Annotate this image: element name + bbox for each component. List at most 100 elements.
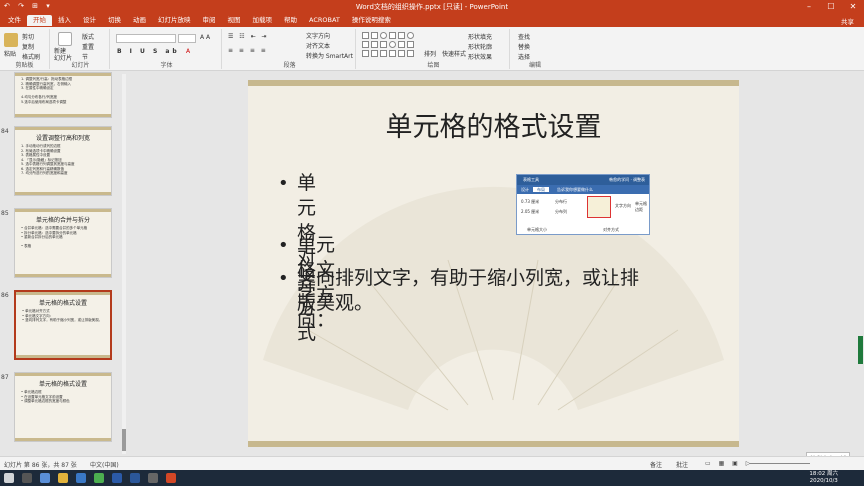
shapes-gallery[interactable]: [362, 32, 420, 60]
slide-thumbnail[interactable]: 单元格的格式设置 • 单元格对齐方式 • 单元格文字方向： • 竖向排列文字，有助于缩…: [14, 290, 112, 360]
slide-canvas[interactable]: 单元格的格式设置 • 单元格对齐方式 • 单元格文字方向： • 竖向排列文字，有助于缩…: [248, 80, 739, 447]
powerpoint-icon[interactable]: [166, 473, 176, 483]
shape-fill-button[interactable]: 形状填充: [468, 32, 492, 41]
wechat-icon[interactable]: [94, 473, 104, 483]
view-buttons[interactable]: ▭ ▦ ▣ ▷: [705, 460, 753, 467]
tab-review[interactable]: 审阅: [197, 15, 222, 26]
editing-group-label: 编辑: [528, 62, 541, 69]
paste-icon[interactable]: [4, 33, 18, 47]
cut-button[interactable]: 剪切: [22, 32, 34, 41]
thumbnail-line: • 调整单元格边框的宽度与颜色: [21, 399, 70, 403]
thumbnail-line: • 重新合并拆分后的单元格: [21, 235, 63, 239]
ribbon-screenshot-image[interactable]: 表格工具 韩愈的学问 · 调整表 设计 布局 告诉我你想要做什么 0.73 厘米 2.…: [516, 174, 650, 235]
thumbnail-scrollbar[interactable]: [122, 74, 126, 454]
inset-distribute-rows: 分布行: [555, 199, 567, 204]
thumb-band: [16, 292, 110, 295]
comments-button[interactable]: 批注: [676, 460, 688, 469]
title-bar: ↶ ↷ ⊞ ▾ Word文档的组织操作.pptx [只读] - PowerPoi…: [0, 0, 864, 14]
app-icon[interactable]: [76, 473, 86, 483]
shape-outline-button[interactable]: 形状轮廓: [468, 42, 492, 51]
close-icon[interactable]: ✕: [842, 0, 864, 14]
tab-view[interactable]: 视图: [222, 15, 247, 26]
minimize-icon[interactable]: –: [798, 0, 820, 14]
thumbnail-line: 5.选中后使用布局选项卡调整: [21, 99, 67, 104]
language-indicator[interactable]: 中文(中国): [90, 460, 119, 469]
quick-styles-button[interactable]: 快速样式: [442, 49, 466, 58]
text-direction-button[interactable]: 文字方向: [306, 31, 330, 40]
search-icon[interactable]: [22, 473, 32, 483]
thumb-band: [15, 127, 111, 130]
thumbnail-line: • 竖向排列文字，有助于缩小列宽，或让排版美观。: [22, 318, 103, 322]
tab-transitions[interactable]: 切换: [102, 15, 127, 26]
copy-button[interactable]: 复制: [22, 42, 34, 51]
maximize-icon[interactable]: ☐: [820, 0, 842, 14]
tab-help[interactable]: 帮助: [278, 15, 303, 26]
list-buttons[interactable]: ☰ ☷ ⇤ ⇥: [228, 33, 269, 40]
ribbon: 粘贴 剪切 复制 格式刷 剪贴板 新建 幻灯片 版式 重置 节 幻灯片 A A …: [0, 27, 864, 71]
windows-taskbar: 18:02 周六 2020/10/3: [0, 470, 864, 486]
arrange-button[interactable]: 排列: [424, 49, 436, 58]
font-color-icon[interactable]: A: [186, 48, 190, 55]
explorer-icon[interactable]: [58, 473, 68, 483]
main-scrollbar[interactable]: [856, 72, 864, 456]
layout-button[interactable]: 版式: [82, 32, 94, 41]
tab-acrobat[interactable]: ACROBAT: [303, 15, 346, 26]
share-button[interactable]: 共享: [841, 16, 854, 26]
align-buttons[interactable]: ≡ ≡ ≡ ≡: [228, 47, 268, 54]
group-slides: 新建 幻灯片 版式 重置 节 幻灯片: [52, 29, 110, 69]
start-icon[interactable]: [4, 473, 14, 483]
thumbnail-line: • 表格: [21, 244, 32, 248]
thumb-band: [15, 274, 111, 277]
paste-button[interactable]: 粘贴: [4, 49, 16, 58]
font-name-input[interactable]: [116, 34, 176, 43]
tab-animations[interactable]: 动画: [127, 15, 152, 26]
group-drawing: 排列 快速样式 形状填充 形状轮廓 形状效果 绘图: [358, 29, 510, 69]
window-controls: – ☐ ✕: [798, 0, 864, 14]
find-button[interactable]: 查找: [518, 32, 530, 41]
thumb-band: [15, 373, 111, 376]
tab-design[interactable]: 设计: [77, 15, 102, 26]
tab-insert[interactable]: 插入: [52, 15, 77, 26]
main-scroll-thumb[interactable]: [858, 336, 863, 364]
tab-home[interactable]: 开始: [27, 15, 52, 26]
taskbar-clock[interactable]: 18:02 周六 2020/10/3: [809, 471, 838, 485]
slide-thumbnail[interactable]: 设置调整行高和列宽 1. 手动拖动行或列的边框 2. 布局选项卡中精确设置 3. 表格…: [14, 126, 112, 196]
font-format-buttons[interactable]: B I U S ab: [117, 48, 180, 55]
tell-me-search[interactable]: 操作说明搜索: [346, 15, 397, 26]
font-size-input[interactable]: [178, 34, 196, 43]
app-icon[interactable]: [112, 473, 122, 483]
inset-distribute-cols: 分布列: [555, 209, 567, 214]
slide-thumbnail[interactable]: 1. 调整列宽/行高：拖动表格边框 2. 精确调整行高列宽，右侧输入 3. 在属性中…: [14, 72, 112, 118]
tab-addins[interactable]: 加载项: [247, 15, 279, 26]
thumbnail-scroll-thumb[interactable]: [122, 429, 126, 451]
app-icon[interactable]: [148, 473, 158, 483]
inset-tabs: 设计 布局 告诉我你想要做什么: [517, 185, 649, 194]
slide-bullet[interactable]: • 竖向排列文字，有助于缩小列宽，或让排 版美观。: [278, 266, 698, 318]
word-icon[interactable]: [130, 473, 140, 483]
window-title: Word文档的组织操作.pptx [只读] - PowerPoint: [355, 3, 509, 11]
slide-bottom-band: [248, 441, 739, 447]
replace-button[interactable]: 替换: [518, 42, 530, 51]
slide-title[interactable]: 单元格的格式设置: [248, 105, 739, 144]
tab-file[interactable]: 文件: [2, 15, 27, 26]
tab-slideshow[interactable]: 幻灯片放映: [152, 15, 197, 26]
zoom-slider[interactable]: [750, 463, 810, 464]
grow-font-icon[interactable]: A A: [200, 34, 210, 41]
notes-button[interactable]: 备注: [650, 460, 662, 469]
new-slide-icon[interactable]: [58, 32, 72, 46]
inset-alignment-label: 对齐方式: [603, 227, 619, 232]
slide-number: 86: [1, 292, 9, 299]
thumbnail-line: 7. 均分所选行列的宽度和高度: [21, 171, 68, 175]
group-editing: 查找 替换 选择 编辑: [512, 29, 558, 69]
slide-thumbnail-pane: 1. 调整列宽/行高：拖动表格边框 2. 精确调整行高列宽，右侧输入 3. 在属性中…: [0, 72, 126, 456]
align-text-button[interactable]: 对齐文本: [306, 41, 330, 50]
slide-number: 87: [1, 374, 9, 381]
reset-button[interactable]: 重置: [82, 42, 94, 51]
group-paragraph: ☰ ☷ ⇤ ⇥ ≡ ≡ ≡ ≡ 文字方向 对齐文本 转换为 SmartArt 段…: [224, 29, 356, 69]
thumb-band: [15, 438, 111, 441]
edge-icon[interactable]: [40, 473, 50, 483]
smartart-button[interactable]: 转换为 SmartArt: [306, 51, 353, 60]
slide-thumbnail[interactable]: 单元格的合并与拆分 • 合并单元格：选中需要合并的多个单元格 • 拆分单元格：选中要…: [14, 208, 112, 278]
slide-thumbnail[interactable]: 单元格的格式设置 • 单元格边框 • 在设置单元格文字前设置 • 调整单元格边框的宽度…: [14, 372, 112, 442]
slide-counter: 幻灯片 第 86 张，共 87 张: [4, 462, 77, 469]
